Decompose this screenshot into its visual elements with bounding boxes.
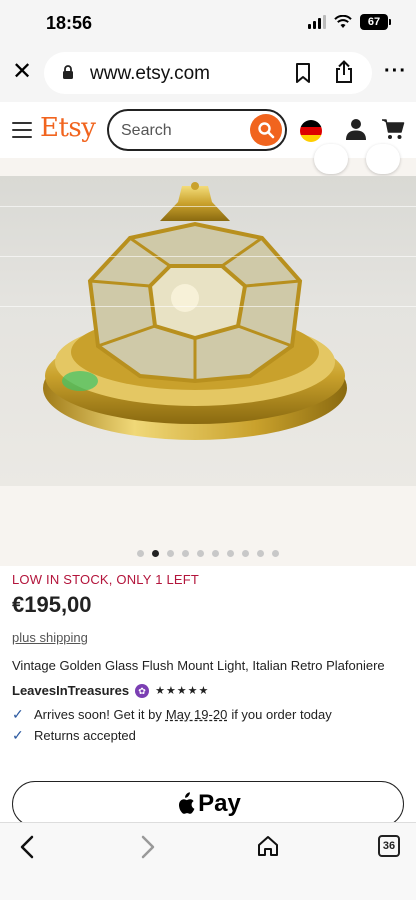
search-input[interactable]: Search (107, 109, 287, 151)
germany-flag-icon[interactable] (300, 120, 322, 142)
bookmark-icon[interactable] (292, 62, 314, 84)
url-text: www.etsy.com (90, 63, 211, 84)
arrival-suffix: if you order today (231, 707, 332, 722)
share-listing-button[interactable] (314, 144, 348, 174)
seller-row: LeavesInTreasures ✿ ★★★★★ (12, 683, 404, 698)
battery-icon: 67 (360, 14, 391, 30)
apple-pay-button[interactable]: Pay (12, 781, 404, 827)
shipping-link[interactable]: plus shipping (12, 630, 404, 645)
carousel-dots[interactable] (0, 550, 416, 557)
home-icon[interactable] (256, 834, 280, 858)
share-icon[interactable] (332, 60, 356, 84)
lamp-illustration (43, 182, 347, 440)
arrival-row: ✓ Arrives soon! Get it by May 19-20 if y… (12, 706, 404, 723)
carousel-dot[interactable] (227, 550, 234, 557)
cart-icon[interactable] (381, 117, 405, 141)
search-button[interactable] (250, 114, 282, 146)
rating-stars[interactable]: ★★★★★ (155, 684, 209, 697)
arrival-prefix: Arrives soon! Get it by (34, 707, 162, 722)
user-icon[interactable] (345, 117, 367, 141)
product-details: LOW IN STOCK, ONLY 1 LEFT €195,00 plus s… (12, 566, 404, 744)
etsy-logo[interactable]: Etsy (40, 113, 96, 143)
returns-text: Returns accepted (34, 728, 136, 743)
carousel-dot[interactable] (167, 550, 174, 557)
menu-icon[interactable] (12, 122, 32, 138)
search-placeholder: Search (121, 122, 172, 139)
back-icon[interactable] (18, 835, 36, 859)
checkmark-icon: ✓ (12, 727, 24, 743)
browser-toolbar: 36 (0, 822, 416, 900)
close-icon[interactable]: ✕ (10, 60, 34, 84)
etsy-header: Etsy Search (0, 102, 416, 158)
apple-pay-label: Pay (198, 790, 241, 817)
carousel-dot[interactable] (272, 550, 279, 557)
lock-icon (63, 65, 73, 79)
carousel-dot[interactable] (137, 550, 144, 557)
status-icons: 67 (308, 14, 391, 30)
carousel-area (0, 486, 416, 566)
favorite-button[interactable] (366, 144, 400, 174)
image-top-strip (0, 144, 416, 176)
price: €195,00 (12, 592, 92, 617)
arrival-dates[interactable]: May 19-20 (166, 707, 227, 722)
carousel-dot[interactable] (257, 550, 264, 557)
url-field[interactable]: www.etsy.com (44, 52, 372, 94)
browser-url-bar: ✕ www.etsy.com ··· (0, 46, 416, 102)
more-options-icon[interactable]: ··· (384, 60, 407, 83)
returns-row: ✓ Returns accepted (12, 727, 404, 744)
cellular-signal-icon (308, 15, 326, 29)
forward-icon[interactable] (139, 835, 157, 859)
carousel-dot[interactable] (242, 550, 249, 557)
seller-name[interactable]: LeavesInTreasures (12, 683, 129, 698)
carousel-dot[interactable] (212, 550, 219, 557)
product-title: Vintage Golden Glass Flush Mount Light, … (12, 658, 385, 673)
stock-label: LOW IN STOCK, ONLY 1 LEFT (12, 572, 200, 587)
checkmark-icon: ✓ (12, 706, 24, 722)
search-icon (258, 122, 275, 139)
tabs-button[interactable]: 36 (378, 835, 400, 857)
status-bar: 18:56 67 (0, 0, 416, 46)
carousel-dot[interactable] (197, 550, 204, 557)
carousel-dot[interactable] (152, 550, 159, 557)
product-image[interactable] (0, 176, 416, 486)
carousel-dot[interactable] (182, 550, 189, 557)
star-seller-badge-icon: ✿ (135, 683, 150, 698)
status-time: 18:56 (46, 13, 93, 33)
wifi-icon (334, 15, 352, 28)
apple-logo-icon (179, 792, 195, 814)
